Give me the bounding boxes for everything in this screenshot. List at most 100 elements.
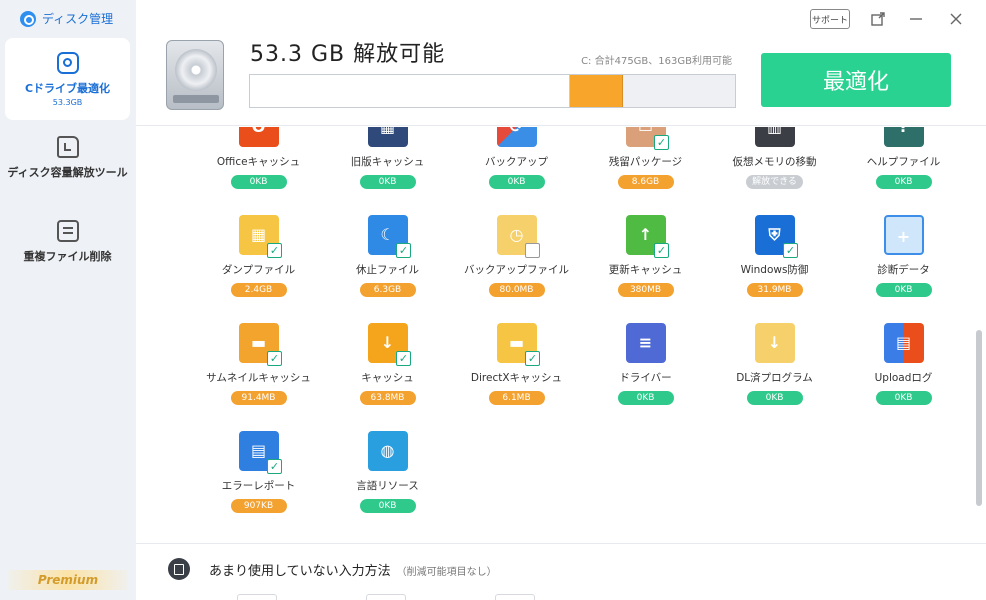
input-method-icon [168, 558, 190, 580]
office-icon: O [238, 127, 279, 147]
item-size-badge: 0KB [875, 175, 932, 189]
item-size-badge: 解放できる [746, 175, 803, 189]
app-title-label: ディスク管理 [42, 12, 114, 26]
item-name: 旧版キャッシュ [350, 156, 425, 168]
sidebar-item-c-drive-optimize[interactable]: Cドライブ最適化 53.3GB [5, 38, 130, 120]
cleanup-item[interactable]: ◍ 言語リソース 0KB [323, 431, 452, 519]
cleanup-item[interactable]: ▥ 仮想メモリの移動解放できる [710, 127, 839, 195]
item-checkbox[interactable]: ✓ [654, 135, 669, 150]
item-name: バックアップ [485, 156, 548, 168]
upload-log-icon: ▤ [883, 323, 924, 363]
item-size-badge: 0KB [230, 175, 287, 189]
item-checkbox[interactable]: ✓ [525, 351, 540, 366]
item-size-badge: 6.3GB [359, 283, 416, 297]
item-size-badge: 907KB [230, 499, 287, 513]
cleanup-item[interactable]: ≡ ドライバー 0KB [581, 323, 710, 411]
item-checkbox[interactable]: ✓ [783, 243, 798, 258]
item-size-badge: 6.1MB [488, 391, 545, 405]
support-button[interactable]: サポート [810, 9, 850, 29]
folder-icon [56, 136, 79, 158]
cleanup-item[interactable]: ? ヘルプファイル 0KB [839, 127, 968, 195]
cleanup-item[interactable]: ▤ Uploadログ 0KB [839, 323, 968, 411]
item-size-badge: 0KB [359, 175, 416, 189]
cleanup-item[interactable]: + 診断データ 0KB [839, 215, 968, 303]
item-name: キャッシュ [361, 372, 414, 384]
cleanup-item[interactable]: ⟳ バックアップ 0KB [452, 127, 581, 195]
input-method-item[interactable] [495, 594, 535, 600]
cleanup-item[interactable]: ⛨ ✓ Windows防御 31.9MB [710, 215, 839, 303]
cleanup-item[interactable]: ↓ DL済プログラム 0KB [710, 323, 839, 411]
cleanup-item[interactable]: ▭✓残留パッケージ8.6GB [581, 127, 710, 195]
item-name: 残留パッケージ [608, 156, 683, 168]
sidebar-item-label: 重複ファイル削除 [23, 250, 112, 263]
item-name: 更新キャッシュ [608, 264, 683, 276]
app-logo-icon [20, 10, 36, 27]
header: サポート 53.3 GB 解放可能 C: 合計475GB、163GB利用可能 最… [136, 0, 986, 126]
item-checkbox[interactable]: ✓ [396, 351, 411, 366]
input-method-title-label: あまり使用していない入力方法 [209, 564, 391, 579]
scrollbar[interactable] [976, 330, 982, 506]
cleanup-items-grid: OOfficeキャッシュ0KB▦旧版キャッシュ0KB⟳バックアップ0KB▭✓残留… [194, 127, 968, 519]
disk-usage-bar [249, 74, 736, 108]
sidebar: ディスク管理 Cドライブ最適化 53.3GB ディスク容量解放ツール 重複ファイ… [0, 0, 136, 600]
disk-search-icon [56, 52, 79, 74]
item-checkbox[interactable]: ✓ [267, 243, 282, 258]
cleanup-item[interactable]: ↑ ✓ 更新キャッシュ 380MB [581, 215, 710, 303]
item-checkbox[interactable]: ✓ [396, 243, 411, 258]
item-name: 仮想メモリの移動 [732, 156, 817, 168]
item-name: Windows防御 [740, 264, 809, 276]
item-name: 休止ファイル [356, 264, 419, 276]
item-name: 診断データ [877, 264, 930, 276]
item-size-badge: 80.0MB [488, 283, 545, 297]
item-name: DL済プログラム [736, 372, 813, 384]
cleanup-item[interactable]: ▦ ✓ ダンプファイル 2.4GB [194, 215, 323, 303]
optimize-button[interactable]: 最適化 [761, 53, 951, 107]
item-size-badge: 31.9MB [746, 283, 803, 297]
item-checkbox[interactable]: ✓ [267, 459, 282, 474]
cleanup-items-area: OOfficeキャッシュ0KB▦旧版キャッシュ0KB⟳バックアップ0KB▭✓残留… [136, 127, 986, 543]
input-method-note: （削減可能項目なし） [396, 567, 497, 578]
cleanup-item[interactable]: ◷✓バックアップファイル80.0MB [452, 215, 581, 303]
input-method-item[interactable] [366, 594, 406, 600]
item-name: バックアップファイル [464, 264, 569, 276]
cleanup-item[interactable]: ☾ ✓ 休止ファイル 6.3GB [323, 215, 452, 303]
item-name: 言語リソース [356, 480, 419, 492]
cleanup-item[interactable]: ▤ ✓ エラーレポート 907KB [194, 431, 323, 519]
sidebar-item-disk-space-tool[interactable]: ディスク容量解放ツール [5, 136, 130, 184]
item-size-badge: 8.6GB [617, 175, 674, 189]
item-size-badge: 2.4GB [230, 283, 287, 297]
backup-icon: ⟳ [496, 127, 537, 147]
item-checkbox[interactable]: ✓ [267, 351, 282, 366]
cleanup-item[interactable]: ↓ ✓ キャッシュ 63.8MB [323, 323, 452, 411]
windows-old-icon: ▦ [367, 127, 408, 147]
item-size-badge: 91.4MB [230, 391, 287, 405]
item-size-badge: 0KB [875, 283, 932, 297]
free-amount: 53.3 GB 解放可能 [250, 42, 446, 67]
item-size-badge: 0KB [359, 499, 416, 513]
cleanup-item[interactable]: ▬ ✓ DirectXキャッシュ 6.1MB [452, 323, 581, 411]
close-icon[interactable] [946, 9, 966, 29]
cleanup-item[interactable]: ▦ 旧版キャッシュ 0KB [323, 127, 452, 195]
item-size-badge: 0KB [875, 391, 932, 405]
help-file-icon: ? [883, 127, 924, 147]
diagnostic-icon: + [883, 215, 924, 255]
minimize-icon[interactable] [906, 9, 926, 29]
item-name: ヘルプファイル [866, 156, 941, 168]
hard-disk-icon [166, 40, 224, 110]
memory-icon: ▥ [754, 127, 795, 147]
item-name: サムネイルキャッシュ [206, 372, 311, 384]
cleanup-item[interactable]: ▬ ✓ サムネイルキャッシュ 91.4MB [194, 323, 323, 411]
driver-icon: ≡ [625, 323, 666, 363]
sidebar-item-duplicate-files[interactable]: 重複ファイル削除 [5, 220, 130, 268]
item-size-badge: 0KB [746, 391, 803, 405]
premium-badge[interactable]: Premium [8, 570, 128, 590]
item-checkbox[interactable]: ✓ [525, 243, 540, 258]
sidebar-item-label: ディスク容量解放ツール [7, 166, 128, 179]
globe-icon: ◍ [367, 431, 408, 471]
item-size-badge: 380MB [617, 283, 674, 297]
popout-icon[interactable] [868, 9, 888, 29]
input-method-section: あまり使用していない入力方法 （削減可能項目なし） [136, 543, 986, 600]
cleanup-item[interactable]: O Officeキャッシュ 0KB [194, 127, 323, 195]
item-checkbox[interactable]: ✓ [654, 243, 669, 258]
input-method-item[interactable] [237, 594, 277, 600]
